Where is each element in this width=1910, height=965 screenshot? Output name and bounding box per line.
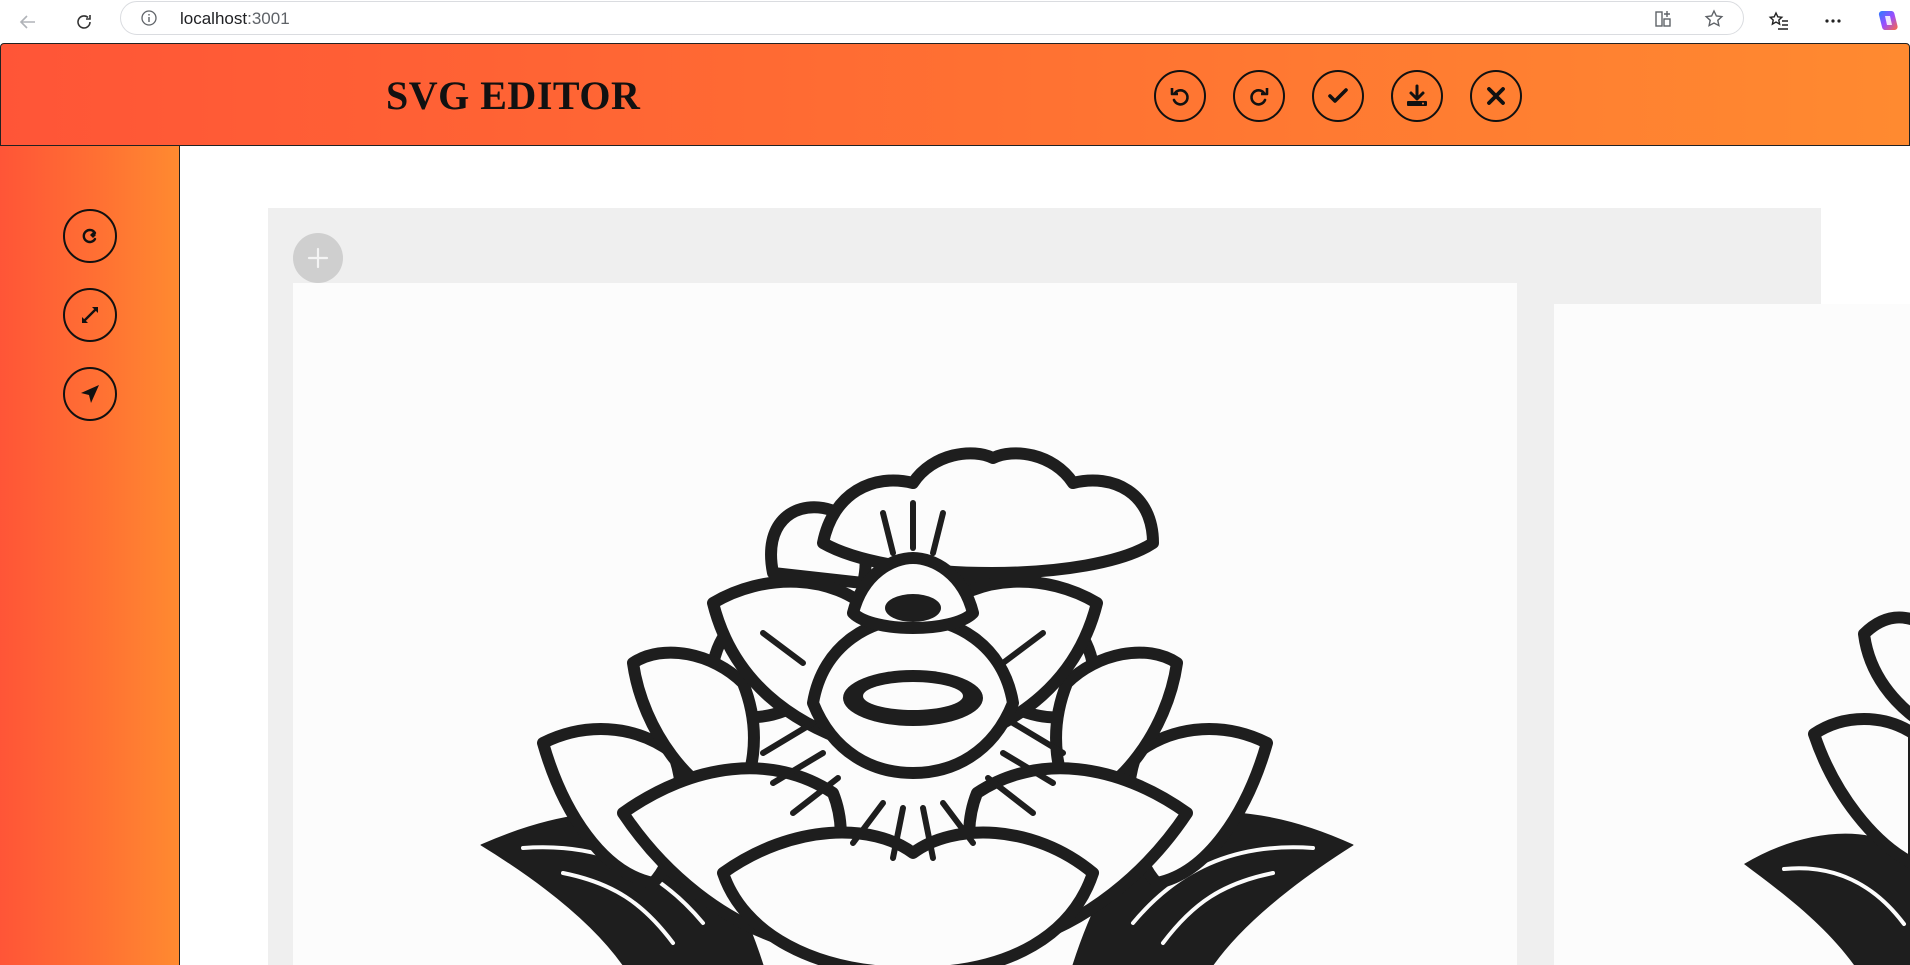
- copilot-button[interactable]: [1872, 6, 1902, 36]
- rotate-tool-button[interactable]: [63, 209, 117, 263]
- flower-artwork-partial[interactable]: [1554, 304, 1910, 965]
- reload-icon: [77, 15, 91, 29]
- undo-icon: [1170, 88, 1189, 106]
- favorites-button[interactable]: [1764, 6, 1794, 36]
- close-button[interactable]: [1470, 70, 1522, 122]
- back-arrow-icon: [19, 15, 35, 29]
- app-available-icon[interactable]: [1653, 9, 1673, 29]
- tool-sidebar: [0, 146, 180, 965]
- canvas-separator: [1517, 304, 1554, 965]
- add-button[interactable]: [293, 233, 343, 283]
- back-button[interactable]: [10, 4, 46, 40]
- flower-artwork[interactable]: [293, 283, 1517, 965]
- browser-toolbar: localhost:3001: [0, 0, 1910, 43]
- site-info-icon[interactable]: [141, 10, 157, 26]
- rotate-icon: [82, 228, 97, 244]
- download-icon: [1407, 84, 1427, 106]
- redo-button[interactable]: [1233, 70, 1285, 122]
- reload-button[interactable]: [66, 4, 102, 40]
- favorite-star-icon[interactable]: [1704, 9, 1724, 29]
- svg-canvas-secondary[interactable]: [1554, 304, 1910, 965]
- location-arrow-icon: [81, 385, 99, 403]
- copilot-icon: [1878, 11, 1898, 30]
- url-text: localhost:3001: [180, 9, 290, 28]
- app-header: SVG EDITOR: [0, 43, 1910, 146]
- favorites-list-icon: [1768, 11, 1788, 30]
- expand-arrows-icon: [82, 307, 98, 323]
- more-dots-icon: [1825, 19, 1841, 23]
- apply-button[interactable]: [1312, 70, 1364, 122]
- undo-button[interactable]: [1154, 70, 1206, 122]
- address-bar[interactable]: localhost:3001: [120, 1, 1744, 35]
- close-icon: [1487, 87, 1505, 105]
- settings-more-button[interactable]: [1818, 6, 1848, 36]
- plus-icon: [307, 247, 329, 269]
- redo-icon: [1250, 88, 1269, 106]
- download-button[interactable]: [1391, 70, 1443, 122]
- check-icon: [1328, 88, 1348, 103]
- svg-canvas-main[interactable]: [293, 283, 1517, 965]
- resize-tool-button[interactable]: [63, 288, 117, 342]
- app-title: SVG EDITOR: [386, 73, 641, 118]
- move-tool-button[interactable]: [63, 367, 117, 421]
